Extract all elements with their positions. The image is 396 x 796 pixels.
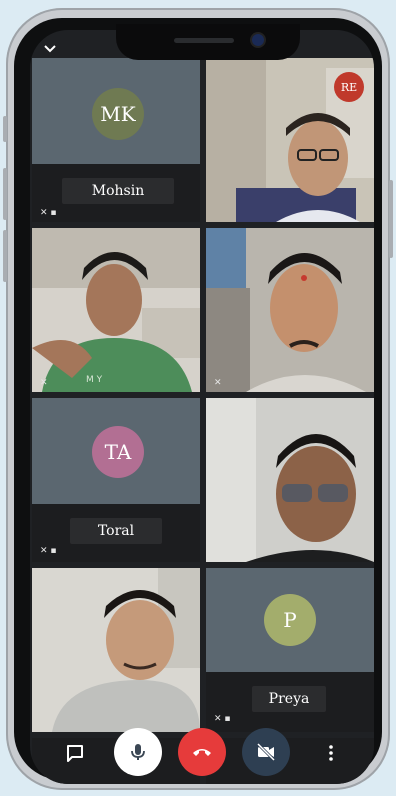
participant-tile-video-5[interactable]	[32, 568, 200, 732]
participant-tile-preya[interactable]: P Preya ✕ ▪	[206, 568, 374, 732]
avatar-initials: MK	[100, 102, 136, 126]
participant-name: Mohsin	[62, 178, 174, 204]
camera-off-icon	[256, 742, 276, 762]
avatar-initials: P	[283, 608, 297, 632]
hangup-icon	[193, 749, 211, 756]
avatar: P	[264, 594, 316, 646]
mic-off-icon: ✕	[40, 378, 48, 388]
camera-off-icon: ▪	[50, 208, 57, 218]
power-button	[389, 180, 393, 258]
participant-name: Toral	[70, 518, 162, 544]
hangup-button[interactable]	[178, 728, 226, 776]
mic-off-icon: ✕	[214, 378, 222, 388]
muted-icons: ✕ ▪	[40, 546, 57, 556]
more-icon	[329, 745, 333, 761]
video-feed: M Y	[32, 228, 200, 392]
avatar-initials: RE	[340, 80, 358, 94]
mic-off-icon: ✕	[40, 546, 48, 556]
mic-off-icon: ✕	[40, 208, 48, 218]
participant-tile-toral[interactable]: TA Toral ✕ ▪	[32, 398, 200, 562]
participant-tile-video-4[interactable]	[206, 398, 374, 562]
participant-tile-video-1[interactable]: RE	[206, 58, 374, 222]
svg-text:M Y: M Y	[86, 375, 103, 385]
avatar: RE	[334, 72, 364, 102]
chat-button[interactable]	[60, 738, 90, 768]
phone-notch	[116, 24, 300, 60]
mic-button[interactable]	[114, 728, 162, 776]
volume-up-button	[3, 168, 7, 220]
avatar: MK	[92, 88, 144, 140]
video-feed	[206, 398, 374, 562]
participant-tile-mohsin[interactable]: MK Mohsin ✕ ▪	[32, 58, 200, 222]
avatar: TA	[92, 426, 144, 478]
camera-off-icon: ▪	[50, 546, 57, 556]
volume-down-button	[3, 230, 7, 282]
speaker-grille	[174, 38, 234, 43]
call-toolbar	[30, 722, 374, 784]
mic-icon	[131, 744, 145, 760]
mute-switch	[3, 116, 7, 142]
muted-icons: ✕	[40, 378, 48, 388]
chat-icon	[67, 745, 83, 762]
chevron-down-icon	[44, 45, 56, 53]
muted-icons: ✕ ▪	[40, 208, 57, 218]
camera-button[interactable]	[242, 728, 290, 776]
participant-tile-video-3[interactable]: ✕	[206, 228, 374, 392]
more-button[interactable]	[316, 738, 346, 768]
muted-icons: ✕	[214, 378, 222, 388]
video-feed	[32, 568, 200, 732]
participant-name: Preya	[252, 686, 326, 712]
front-camera	[252, 34, 264, 46]
video-feed	[206, 228, 374, 392]
participant-tile-video-2[interactable]: M Y ✕	[32, 228, 200, 392]
avatar-initials: TA	[104, 440, 132, 464]
collapse-button[interactable]	[40, 40, 60, 60]
meeting-screen: MK Mohsin ✕ ▪ RE M Y ✕ ✕ TA Toral ✕ ▪ P …	[30, 30, 374, 784]
